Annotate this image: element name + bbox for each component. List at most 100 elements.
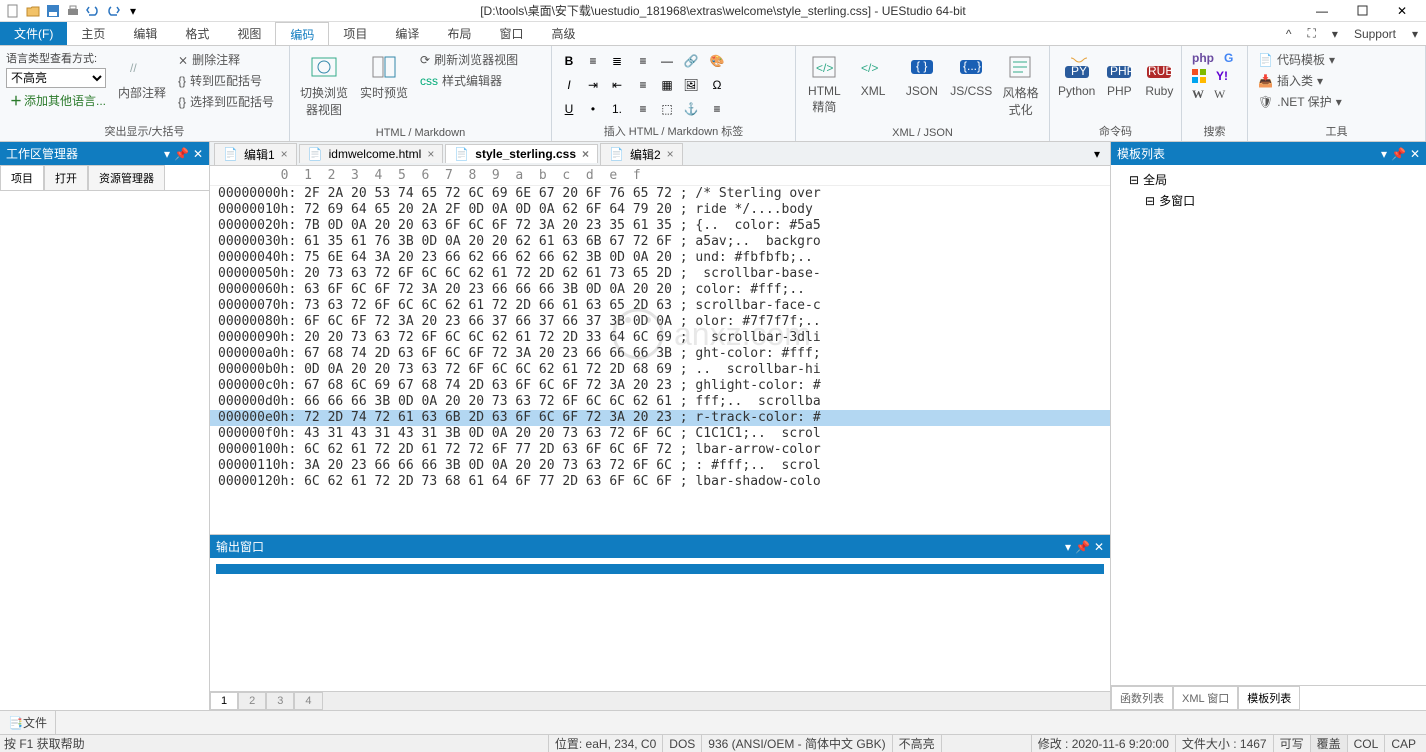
hr-icon[interactable]: — <box>656 50 678 72</box>
code-icon[interactable]: ≡ <box>706 98 728 120</box>
char-icon[interactable]: Ω <box>706 74 728 96</box>
inner-comment-button[interactable]: //内部注释 <box>114 50 170 103</box>
bold-icon[interactable]: B <box>558 50 580 72</box>
panel-dropdown-icon[interactable]: ▾ <box>164 147 170 161</box>
format-dec-icon[interactable]: ≡ <box>582 50 604 72</box>
styleformat-button[interactable]: 风格格式化 <box>998 50 1043 120</box>
save-icon[interactable] <box>44 2 62 20</box>
menu-view[interactable]: 视图 <box>223 22 275 45</box>
ws-tab-open[interactable]: 打开 <box>44 165 88 190</box>
menu-advanced[interactable]: 高级 <box>537 22 589 45</box>
menu-layout[interactable]: 布局 <box>433 22 485 45</box>
close-icon[interactable]: × <box>582 147 589 161</box>
color-icon[interactable]: 🎨 <box>706 50 728 72</box>
align-left-icon[interactable]: ≡ <box>632 50 654 72</box>
status-codepage[interactable]: 936 (ANSI/OEM - 简体中文 GBK) <box>701 735 891 752</box>
hex-row[interactable]: 00000120h: 6C 62 61 72 2D 73 68 61 64 6F… <box>210 474 1110 490</box>
anchor-icon[interactable]: ⚓ <box>680 98 702 120</box>
tree-item-multiwin[interactable]: ⊟多窗口 <box>1111 190 1426 211</box>
goto-match-button[interactable]: {}转到匹配括号 <box>174 71 278 90</box>
hex-row[interactable]: 00000050h: 20 73 63 72 6F 6C 6C 62 61 72… <box>210 266 1110 282</box>
style-editor-button[interactable]: css样式编辑器 <box>416 71 522 90</box>
filetab-3[interactable]: 📄style_sterling.css× <box>445 144 598 163</box>
hex-row[interactable]: 00000110h: 3A 20 23 66 66 66 3B 0D 0A 20… <box>210 458 1110 474</box>
python-button[interactable]: PYPython <box>1056 50 1097 100</box>
php-search-button[interactable]: phpG <box>1188 50 1237 66</box>
panel-close-icon[interactable]: ✕ <box>193 147 203 161</box>
open-icon[interactable] <box>24 2 42 20</box>
hex-row[interactable]: 00000080h: 6F 6C 6F 72 3A 20 23 66 37 66… <box>210 314 1110 330</box>
new-file-icon[interactable] <box>4 2 22 20</box>
status-readwrite[interactable]: 可写 <box>1273 735 1310 752</box>
insert-class-button[interactable]: 📥插入类 ▾ <box>1254 71 1346 90</box>
close-icon[interactable]: × <box>667 147 674 161</box>
ws-tab-explorer[interactable]: 资源管理器 <box>88 165 165 190</box>
hex-row[interactable]: 00000020h: 7B 0D 0A 20 20 63 6F 6C 6F 72… <box>210 218 1110 234</box>
panel-pin-icon[interactable]: 📌 <box>1391 147 1406 161</box>
panel-dropdown-icon[interactable]: ▾ <box>1381 147 1387 161</box>
hex-row[interactable]: 00000010h: 72 69 64 65 20 2A 2F 0D 0A 0D… <box>210 202 1110 218</box>
hex-row[interactable]: 00000100h: 6C 62 61 72 2D 61 72 72 6F 77… <box>210 442 1110 458</box>
out-tab-4[interactable]: 4 <box>294 692 322 710</box>
close-icon[interactable]: × <box>427 147 434 161</box>
out-tab-2[interactable]: 2 <box>238 692 266 710</box>
hex-row[interactable]: 000000b0h: 0D 0A 20 20 73 63 72 6F 6C 6C… <box>210 362 1110 378</box>
rp-tab-funclist[interactable]: 函数列表 <box>1111 686 1173 710</box>
indent-icon[interactable]: ⇥ <box>582 74 604 96</box>
close-icon[interactable]: × <box>281 147 288 161</box>
output-body[interactable] <box>210 558 1110 691</box>
switch-browser-view-button[interactable]: 切换浏览器视图 <box>296 50 352 120</box>
close-button[interactable]: ✕ <box>1382 1 1422 21</box>
ruby-button[interactable]: RUBYRuby <box>1141 50 1177 100</box>
jscss-button[interactable]: {...}JS/CSS <box>948 50 994 100</box>
hex-row[interactable]: 000000e0h: 72 2D 74 72 61 63 6B 2D 63 6F… <box>210 410 1110 426</box>
form-icon[interactable]: ⬚ <box>656 98 678 120</box>
code-template-button[interactable]: 📄代码模板 ▾ <box>1254 50 1346 69</box>
menu-format[interactable]: 格式 <box>171 22 223 45</box>
outdent-icon[interactable]: ⇤ <box>606 74 628 96</box>
qat-dropdown-icon[interactable]: ▾ <box>124 2 142 20</box>
xml-button[interactable]: </>XML <box>851 50 896 100</box>
list-ul-icon[interactable]: • <box>582 98 604 120</box>
align-center-icon[interactable]: ≡ <box>632 74 654 96</box>
net-protect-button[interactable]: 🛡.NET 保护 ▾ <box>1254 92 1346 111</box>
menu-edit[interactable]: 编辑 <box>119 22 171 45</box>
align-right-icon[interactable]: ≡ <box>632 98 654 120</box>
menu-home[interactable]: 主页 <box>67 22 119 45</box>
menu-encoding[interactable]: 编码 <box>275 22 329 45</box>
link-icon[interactable]: 🔗 <box>680 50 702 72</box>
select-match-button[interactable]: {}选择到匹配括号 <box>174 92 278 111</box>
hex-row[interactable]: 00000070h: 73 63 72 6F 6C 6C 62 61 72 2D… <box>210 298 1110 314</box>
support-link[interactable]: Support <box>1346 22 1404 45</box>
hex-row[interactable]: 000000c0h: 67 68 6C 69 67 68 74 2D 63 6F… <box>210 378 1110 394</box>
hex-row[interactable]: 00000040h: 75 6E 64 3A 20 23 66 62 66 62… <box>210 250 1110 266</box>
redo-icon[interactable] <box>104 2 122 20</box>
rp-tab-tpllist[interactable]: 模板列表 <box>1238 686 1300 710</box>
menu-window[interactable]: 窗口 <box>485 22 537 45</box>
hex-editor[interactable]: 0 1 2 3 4 5 6 7 8 9 a b c d e f 00000000… <box>210 166 1110 534</box>
realtime-preview-button[interactable]: 实时预览 <box>356 50 412 103</box>
hex-row[interactable]: 000000a0h: 67 68 74 2D 63 6F 6C 6F 72 3A… <box>210 346 1110 362</box>
status-ovr[interactable]: 覆盖 <box>1310 735 1347 752</box>
support-dropdown-icon[interactable]: ▾ <box>1404 22 1426 45</box>
wiki-search-button[interactable]: WW <box>1188 86 1237 103</box>
panel-pin-icon[interactable]: 📌 <box>1075 540 1090 554</box>
syntax-select[interactable]: 不高亮 <box>6 68 106 88</box>
status-col[interactable]: COL <box>1347 735 1385 752</box>
panel-dropdown-icon[interactable]: ▾ <box>1065 540 1071 554</box>
refresh-browser-button[interactable]: ⟳刷新浏览器视图 <box>416 50 522 69</box>
out-tab-1[interactable]: 1 <box>210 692 238 710</box>
filetab-4[interactable]: 📄编辑2× <box>600 143 683 165</box>
undo-icon[interactable] <box>84 2 102 20</box>
html-tidy-button[interactable]: </>HTML 精简 <box>802 50 847 117</box>
image-icon[interactable]: 🖼 <box>680 74 702 96</box>
underline-icon[interactable]: U <box>558 98 580 120</box>
status-highlight[interactable]: 不高亮 <box>892 735 941 752</box>
filetab-2[interactable]: 📄idmwelcome.html× <box>299 144 444 163</box>
json-button[interactable]: { }JSON <box>900 50 945 100</box>
out-tab-3[interactable]: 3 <box>266 692 294 710</box>
rp-tab-xmlwin[interactable]: XML 窗口 <box>1173 686 1238 710</box>
ms-search-button[interactable]: Y! <box>1188 68 1237 84</box>
italic-icon[interactable]: I <box>558 74 580 96</box>
list-ol-icon[interactable]: 1. <box>606 98 628 120</box>
